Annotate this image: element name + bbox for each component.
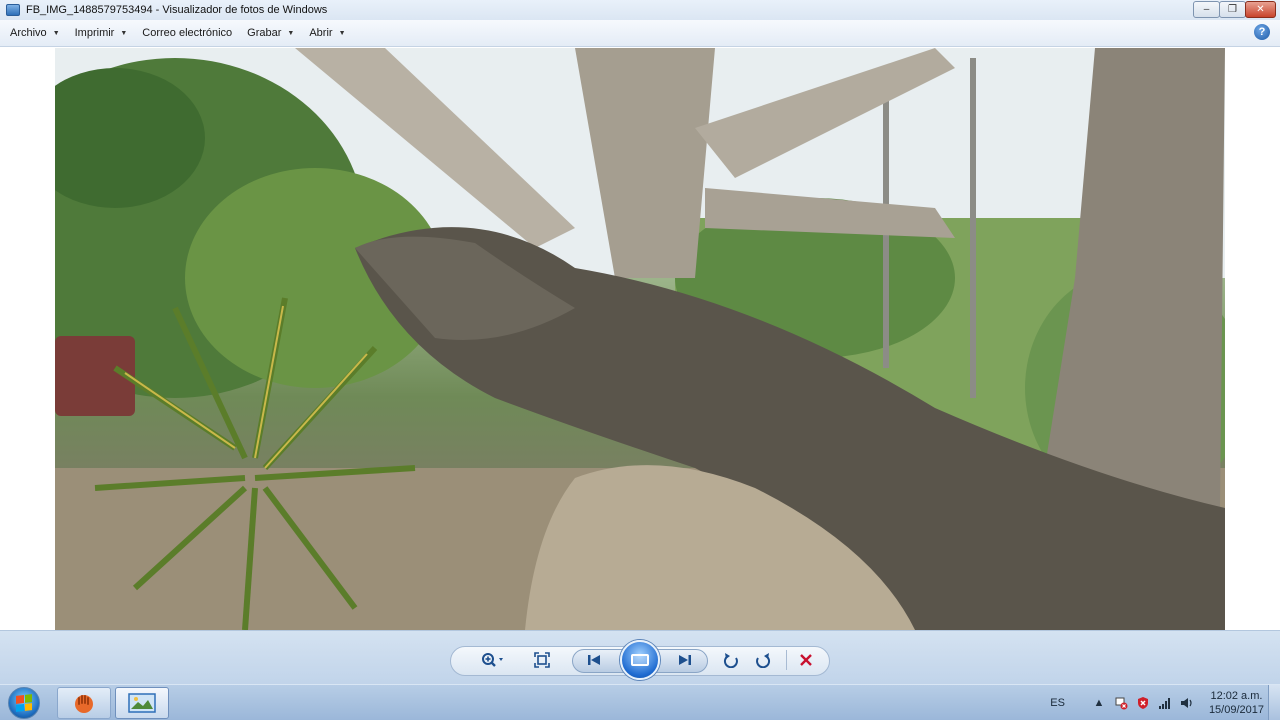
menu-abrir-label: Abrir	[309, 27, 333, 39]
rotate-left-icon[interactable]	[720, 651, 742, 669]
action-center-flag-icon[interactable]	[1113, 695, 1129, 711]
orange-hand-icon	[75, 695, 93, 713]
show-hidden-icons-icon[interactable]: ▲	[1091, 695, 1107, 711]
network-signal-icon[interactable]	[1157, 695, 1173, 711]
windows-logo-icon	[16, 694, 32, 712]
window-controls: – ❐ ✕	[1193, 1, 1276, 18]
volume-icon[interactable]	[1179, 695, 1195, 711]
slideshow-button[interactable]	[620, 640, 660, 680]
chevron-down-icon: ▼	[338, 29, 346, 37]
clock[interactable]: 12:02 a.m. 15/09/2017	[1209, 689, 1264, 717]
minimize-button[interactable]: –	[1193, 1, 1220, 18]
rotate-right-icon[interactable]	[752, 651, 774, 669]
toolbar-separator	[786, 650, 787, 670]
title-bar: FB_IMG_1488579753494 - Visualizador de f…	[0, 0, 1280, 20]
menu-grabar-label: Grabar	[247, 27, 282, 39]
taskbar-app-hand[interactable]	[57, 687, 111, 719]
close-button[interactable]: ✕	[1245, 1, 1276, 18]
menu-archivo-label: Archivo	[10, 27, 47, 39]
slideshow-icon	[631, 654, 649, 666]
menu-correo-label: Correo electrónico	[142, 27, 233, 39]
taskbar-app-photo-viewer[interactable]	[115, 687, 169, 719]
fit-window-icon[interactable]	[531, 651, 553, 669]
menu-imprimir-label: Imprimir	[74, 27, 115, 39]
photo-display[interactable]	[55, 48, 1225, 630]
delete-icon[interactable]	[795, 651, 817, 669]
help-icon[interactable]: ?	[1254, 24, 1270, 40]
menu-archivo[interactable]: Archivo ▼	[4, 22, 66, 44]
language-indicator[interactable]: ES	[1050, 697, 1065, 709]
menu-correo-electronico[interactable]: Correo electrónico	[136, 22, 238, 44]
tree-trunk-photo	[55, 48, 1225, 630]
menu-bar: Archivo ▼ Imprimir ▼ Correo electrónico …	[0, 20, 1280, 47]
clock-date: 15/09/2017	[1208, 704, 1264, 716]
photo-viewer-taskbar-icon	[128, 693, 156, 713]
menu-grabar[interactable]: Grabar ▼	[241, 22, 300, 44]
menu-imprimir[interactable]: Imprimir ▼	[69, 22, 134, 44]
window-title: FB_IMG_1488579753494 - Visualizador de f…	[26, 4, 328, 16]
start-button[interactable]	[8, 687, 40, 719]
chevron-down-icon: ▼	[52, 29, 60, 37]
photo-viewer-app-icon	[6, 4, 20, 16]
system-tray: ES ▲ 12:02 a.m. 15/09/2017	[1050, 685, 1264, 720]
show-desktop-button[interactable]	[1268, 685, 1280, 720]
clock-time: 12:02 a.m.	[1210, 690, 1263, 702]
next-icon[interactable]	[674, 651, 696, 669]
chevron-down-icon: ▼	[120, 29, 128, 37]
image-viewer-area	[0, 48, 1280, 630]
taskbar: ES ▲ 12:02 a.m. 15/09/2017	[0, 684, 1280, 720]
menu-abrir[interactable]: Abrir ▼	[303, 22, 351, 44]
security-alert-icon[interactable]	[1135, 695, 1151, 711]
maximize-button[interactable]: ❐	[1219, 1, 1246, 18]
chevron-down-icon: ▼	[287, 29, 295, 37]
previous-icon[interactable]	[583, 651, 605, 669]
zoom-icon[interactable]	[478, 651, 508, 669]
